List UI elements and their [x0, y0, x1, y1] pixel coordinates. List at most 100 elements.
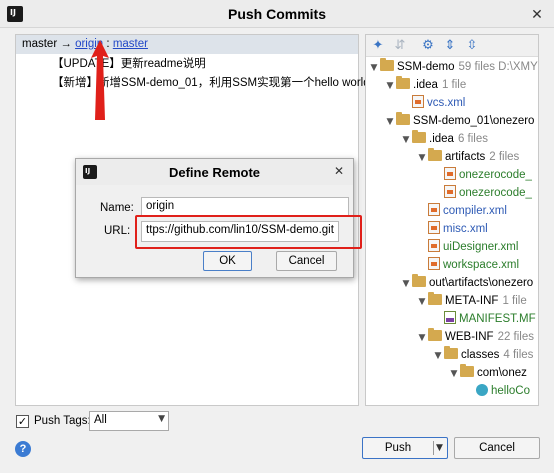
- tree-node-label: compiler.xml: [443, 205, 507, 217]
- diff-icon[interactable]: ⇵: [392, 38, 408, 54]
- tree-node-label: .idea: [413, 79, 438, 91]
- chevron-down-icon[interactable]: ▼: [400, 275, 412, 293]
- tree-node-meta: 4 files: [503, 349, 534, 361]
- folder-icon: [396, 112, 410, 125]
- tree-folder-node[interactable]: ▼ SSM-demo_01\onezero: [384, 112, 534, 130]
- push-tags-label: Push Tags:: [34, 415, 91, 427]
- tree-node-label: workspace.xml: [443, 259, 520, 271]
- pin-icon[interactable]: ✦: [370, 38, 386, 54]
- define-remote-dialog: Define Remote ✕ Name: origin URL: ttps:/…: [75, 158, 362, 278]
- tree-node-label: .idea: [429, 133, 454, 145]
- tree-file-node[interactable]: MANIFEST.MF: [432, 310, 536, 328]
- tree-node-meta: 2 files: [489, 151, 520, 163]
- annotation-arrow-icon: [91, 40, 109, 120]
- chevron-down-icon[interactable]: ▼: [368, 59, 380, 77]
- collapse-all-icon[interactable]: ⇳: [464, 38, 480, 54]
- folder-icon: [396, 76, 410, 89]
- tree-folder-node[interactable]: ▼ out\artifacts\onezero: [400, 274, 533, 292]
- split-separator: [433, 441, 434, 455]
- chevron-down-icon[interactable]: ▼: [432, 347, 444, 365]
- tree-file-node[interactable]: uiDesigner.xml: [416, 238, 518, 256]
- chevron-down-icon[interactable]: ▼: [416, 329, 428, 347]
- xml-file-icon: [428, 203, 440, 216]
- xml-file-icon: [412, 95, 424, 108]
- tree-folder-node[interactable]: ▼ classes 4 files: [432, 346, 533, 364]
- changed-files-tree-panel: ✦ ⇵ ⚙ ⇕ ⇳ ▼ SSM-demo 59 files D:\XMY ▼ .idea…: [365, 34, 539, 406]
- remote-branch-link[interactable]: master: [113, 38, 148, 50]
- tree-node-meta: 6 files: [457, 133, 488, 145]
- folder-icon: [428, 328, 442, 341]
- tree-folder-node[interactable]: ▼ artifacts 2 files: [416, 148, 519, 166]
- push-tags-select[interactable]: All ▼: [89, 411, 169, 431]
- chevron-down-icon[interactable]: ▼: [384, 113, 396, 131]
- remote-name-input[interactable]: origin: [141, 197, 349, 217]
- push-button-label: Push: [384, 442, 412, 454]
- close-icon[interactable]: ✕: [331, 164, 347, 180]
- settings-icon[interactable]: ⚙: [420, 38, 436, 54]
- tree-node-label: vcs.xml: [427, 97, 466, 109]
- xml-file-icon: [444, 185, 456, 198]
- tree-folder-node[interactable]: ▼ SSM-demo 59 files D:\XMY: [368, 58, 538, 76]
- tree-file-node[interactable]: workspace.xml: [416, 256, 519, 274]
- tree-file-node[interactable]: vcs.xml: [400, 94, 465, 112]
- commit-item[interactable]: 【UPDATE】更新readme说明: [52, 55, 206, 71]
- expand-all-icon[interactable]: ⇕: [442, 38, 458, 54]
- chevron-down-icon[interactable]: ▼: [436, 438, 443, 458]
- folder-icon: [428, 292, 442, 305]
- chevron-down-icon[interactable]: ▼: [400, 131, 412, 149]
- tree-node-label: com\onez: [477, 367, 527, 379]
- tree-node-label: out\artifacts\onezero: [429, 277, 534, 289]
- tree-node-label: META-INF: [445, 295, 499, 307]
- tree-file-node[interactable]: misc.xml: [416, 220, 488, 238]
- xml-file-icon: [428, 257, 440, 270]
- tree-node-label: onezerocode_: [459, 187, 532, 199]
- tree-toolbar: ✦ ⇵ ⚙ ⇕ ⇳: [366, 35, 538, 57]
- folder-icon: [412, 274, 426, 287]
- close-icon[interactable]: ✕: [528, 5, 546, 23]
- chevron-down-icon[interactable]: ▼: [448, 365, 460, 383]
- cancel-button[interactable]: Cancel: [454, 437, 540, 459]
- tree-node-label: classes: [461, 349, 500, 361]
- arrow-right-icon: →: [60, 38, 72, 50]
- tree-node-label: helloCo: [491, 385, 530, 397]
- tree-node-label: misc.xml: [443, 223, 488, 235]
- tree-folder-node[interactable]: ▼ .idea 6 files: [400, 130, 488, 148]
- java-class-icon: [476, 384, 488, 396]
- branch-row[interactable]: master → origin : master: [16, 35, 358, 54]
- xml-file-icon: [428, 239, 440, 252]
- dialog-title: Define Remote: [168, 165, 261, 180]
- tree-file-node[interactable]: compiler.xml: [416, 202, 507, 220]
- tree-node-label: artifacts: [445, 151, 486, 163]
- dialog-title-bar: Define Remote ✕: [76, 159, 353, 185]
- ok-button[interactable]: OK: [203, 251, 252, 271]
- chevron-down-icon[interactable]: ▼: [416, 293, 428, 311]
- xml-file-icon: [428, 221, 440, 234]
- tags-selected-value: All: [94, 414, 107, 426]
- local-branch-label: master: [22, 38, 58, 50]
- tree-folder-node[interactable]: ▼ com\onez: [448, 364, 527, 382]
- annotation-highlight-box: [135, 215, 362, 249]
- push-button[interactable]: Push ▼: [362, 437, 448, 459]
- push-tags-checkbox[interactable]: ✓: [16, 415, 29, 428]
- chevron-down-icon[interactable]: ▼: [384, 77, 396, 95]
- tree-folder-node[interactable]: ▼ META-INF 1 file: [416, 292, 527, 310]
- tree-node-label: MANIFEST.MF: [459, 313, 536, 325]
- tree-folder-node[interactable]: ▼ WEB-INF 22 files: [416, 328, 534, 346]
- tree-node-label: SSM-demo_01\onezero: [413, 115, 535, 127]
- url-label: URL:: [104, 225, 131, 237]
- cancel-button[interactable]: Cancel: [276, 251, 337, 271]
- manifest-file-icon: [444, 311, 456, 324]
- chevron-down-icon: ▼: [158, 414, 165, 424]
- window-title: Push Commits: [227, 6, 326, 22]
- tree-node-meta: 1 file: [441, 79, 467, 91]
- chevron-down-icon[interactable]: ▼: [416, 149, 428, 167]
- tree-folder-node[interactable]: ▼ .idea 1 file: [384, 76, 466, 94]
- tree-node-meta: 1 file: [502, 295, 527, 307]
- folder-icon: [444, 346, 458, 359]
- tree-node-label: uiDesigner.xml: [443, 241, 519, 253]
- tree-file-node[interactable]: helloCo: [464, 382, 530, 400]
- tree-file-node[interactable]: onezerocode_: [432, 184, 532, 202]
- help-icon[interactable]: ?: [15, 441, 31, 457]
- tree-file-node[interactable]: onezerocode_: [432, 166, 532, 184]
- tree-node-meta: 59 files D:\XMY: [458, 61, 538, 73]
